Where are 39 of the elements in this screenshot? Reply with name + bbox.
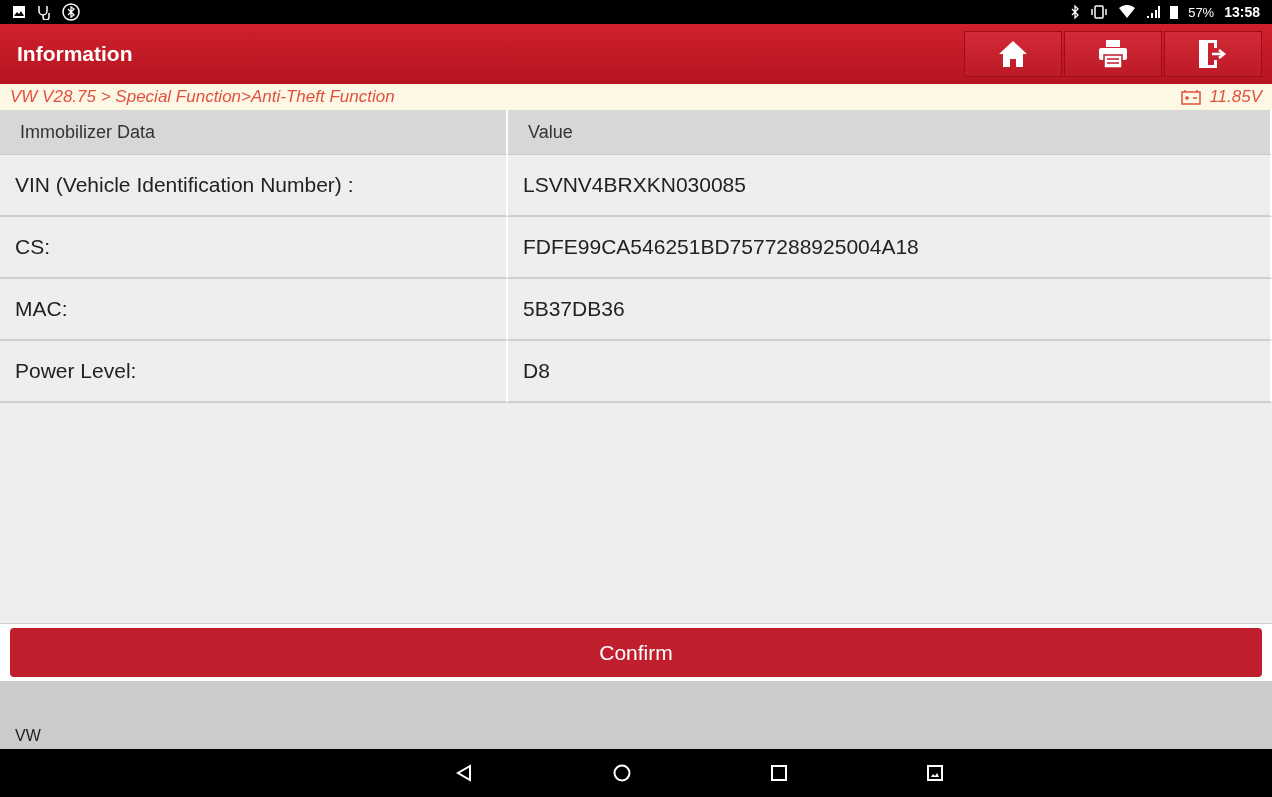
back-button[interactable] (454, 764, 473, 782)
table-cell: D8 (508, 341, 1272, 403)
home-nav-button[interactable] (612, 764, 631, 782)
image-icon (12, 5, 26, 19)
vibrate-icon (1090, 5, 1109, 19)
breadcrumb: VW V28.75 > Special Function>Anti-Theft Function (10, 87, 396, 107)
home-icon (998, 40, 1028, 68)
signal-icon (1146, 5, 1161, 19)
column-header: Immobilizer Data (0, 110, 508, 155)
car-battery-icon (1181, 89, 1202, 105)
stethoscope-icon (36, 4, 52, 20)
table-cell: 5B37DB36 (508, 279, 1272, 341)
bluetooth-icon (62, 3, 80, 21)
table-cell: FDFE99CA546251BD7577288925004A18 (508, 217, 1272, 279)
screenshot-button[interactable] (926, 765, 943, 781)
confirm-button[interactable]: Confirm (10, 628, 1262, 677)
vehicle-label: VW (15, 727, 41, 745)
recents-button[interactable] (770, 765, 787, 781)
wifi-icon (1118, 5, 1137, 19)
table-cell: LSVNV4BRXKN030085 (508, 155, 1272, 217)
table-cell: MAC: (0, 279, 508, 341)
battery-icon (1170, 5, 1179, 19)
back-icon (454, 764, 473, 782)
table-cell: VIN (Vehicle Identification Number) : (0, 155, 508, 217)
column-header: Value (508, 110, 1272, 155)
home-button[interactable] (964, 31, 1062, 77)
clock: 13:58 (1224, 4, 1260, 20)
bluetooth-icon (1070, 4, 1081, 20)
print-button[interactable] (1064, 31, 1162, 77)
page-title: Information (17, 42, 134, 66)
table-cell: Power Level: (0, 341, 508, 403)
exit-button[interactable] (1164, 31, 1262, 77)
table-cell: CS: (0, 217, 508, 279)
battery-voltage: 11.85V (1209, 87, 1262, 107)
square-icon (770, 765, 787, 781)
printer-icon (1098, 39, 1128, 69)
battery-percentage: 57% (1188, 4, 1215, 20)
image-icon (926, 765, 943, 781)
circle-icon (612, 764, 631, 782)
